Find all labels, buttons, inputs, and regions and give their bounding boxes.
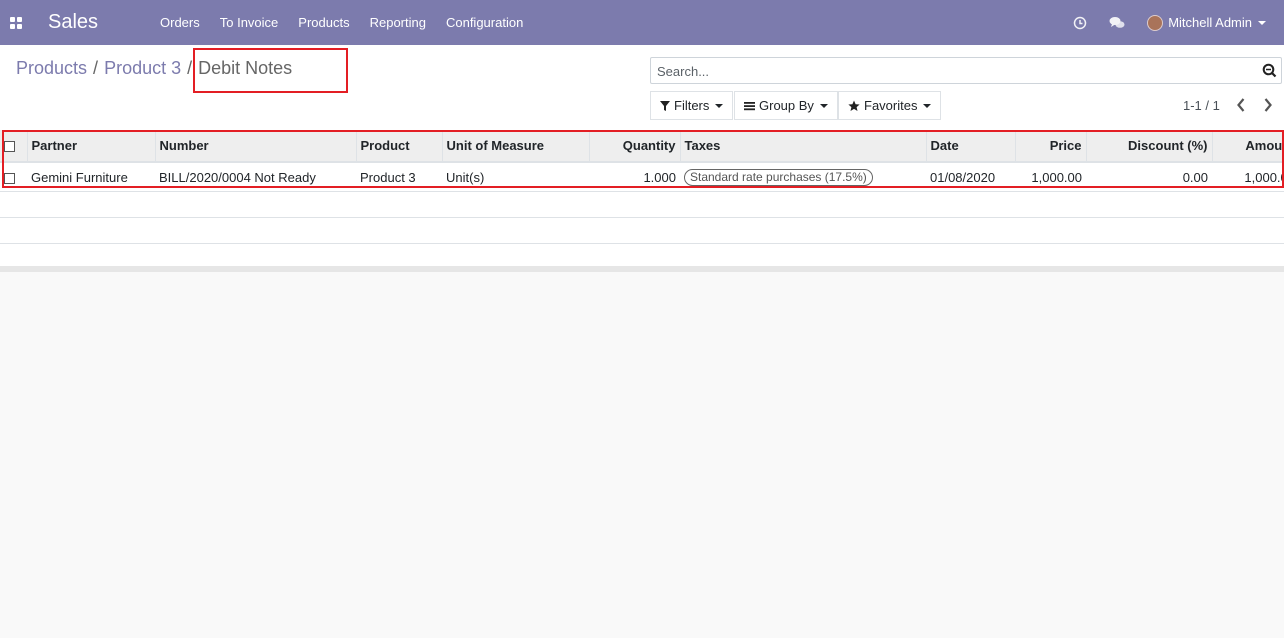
search-icon[interactable] <box>1262 63 1277 81</box>
caret-down-icon <box>1258 20 1266 25</box>
cell-price[interactable]: 1,000.00 <box>1015 162 1086 192</box>
bars-icon <box>744 101 755 110</box>
column-header-taxes[interactable]: Taxes <box>680 130 927 163</box>
breadcrumb-separator: / <box>187 58 193 78</box>
empty-row <box>0 191 1284 218</box>
messaging-chat-icon[interactable] <box>1109 16 1125 30</box>
column-header-partner[interactable]: Partner <box>27 130 156 163</box>
column-header-quantity[interactable]: Quantity <box>589 130 681 163</box>
search-input[interactable] <box>655 58 1254 85</box>
breadcrumb-separator: / <box>93 58 99 78</box>
menu-item-configuration[interactable]: Configuration <box>436 15 533 30</box>
main-menu: Orders To Invoice Products Reporting Con… <box>150 0 533 45</box>
search-box <box>650 57 1282 85</box>
filters-label: Filters <box>674 98 710 113</box>
select-all-cell <box>0 130 28 163</box>
systray: Mitchell Admin <box>1073 0 1284 45</box>
column-header-uom[interactable]: Unit of Measure <box>442 130 590 163</box>
highlight-box-title <box>193 48 348 93</box>
chevron-right-icon[interactable] <box>1263 97 1273 116</box>
empty-row <box>0 217 1284 244</box>
favorites-button[interactable]: Favorites <box>838 91 942 120</box>
column-header-number[interactable]: Number <box>155 130 357 163</box>
list-bottom-border <box>0 266 1284 272</box>
group-by-label: Group By <box>759 98 814 113</box>
user-menu[interactable]: Mitchell Admin <box>1147 14 1266 31</box>
table-row[interactable]: Gemini Furniture BILL/2020/0004 Not Read… <box>0 162 1284 192</box>
app-title[interactable]: Sales <box>48 0 98 45</box>
cell-discount[interactable]: 0.00 <box>1086 162 1212 192</box>
breadcrumb-item-products[interactable]: Products <box>16 58 87 79</box>
select-all-checkbox[interactable] <box>4 141 15 153</box>
column-header-date[interactable]: Date <box>926 130 1016 163</box>
group-by-button[interactable]: Group By <box>734 91 838 120</box>
caret-down-icon <box>819 103 828 108</box>
apps-menu-icon[interactable] <box>10 0 24 45</box>
cell-quantity[interactable]: 1.000 <box>589 162 680 192</box>
cell-uom[interactable]: Unit(s) <box>442 162 589 192</box>
star-icon <box>848 100 860 111</box>
cell-partner[interactable]: Gemini Furniture <box>27 162 155 192</box>
cell-amount[interactable]: 1,000.00 <box>1212 162 1284 192</box>
cell-taxes[interactable]: Standard rate purchases (17.5%) <box>680 162 926 192</box>
tax-tag: Standard rate purchases (17.5%) <box>684 168 873 186</box>
row-select-cell <box>0 162 27 192</box>
chevron-left-icon[interactable] <box>1236 97 1246 116</box>
row-checkbox[interactable] <box>4 172 15 184</box>
avatar <box>1147 14 1164 31</box>
menu-item-orders[interactable]: Orders <box>150 15 210 30</box>
caret-down-icon <box>923 103 932 108</box>
user-name: Mitchell Admin <box>1168 15 1252 30</box>
column-header-product[interactable]: Product <box>356 130 443 163</box>
pager-value[interactable]: 1-1 / 1 <box>1183 91 1220 120</box>
breadcrumb-item-product[interactable]: Product 3 <box>104 58 181 79</box>
list-view: Partner Number Product Unit of Measure Q… <box>0 130 1284 272</box>
menu-item-to-invoice[interactable]: To Invoice <box>210 15 289 30</box>
cell-number[interactable]: BILL/2020/0004 Not Ready <box>155 162 356 192</box>
cell-product[interactable]: Product 3 <box>356 162 442 192</box>
filter-icon <box>660 100 670 111</box>
column-header-price[interactable]: Price <box>1015 130 1087 163</box>
top-navbar: Sales Orders To Invoice Products Reporti… <box>0 0 1284 45</box>
filters-button[interactable]: Filters <box>650 91 734 120</box>
caret-down-icon <box>715 103 724 108</box>
menu-item-reporting[interactable]: Reporting <box>360 15 436 30</box>
column-header-amount[interactable]: Amount <box>1212 130 1284 163</box>
favorites-label: Favorites <box>864 98 918 113</box>
activity-clock-icon[interactable] <box>1073 16 1087 30</box>
menu-item-products[interactable]: Products <box>288 15 359 30</box>
column-header-discount[interactable]: Discount (%) <box>1086 130 1213 163</box>
cell-date[interactable]: 01/08/2020 <box>926 162 1015 192</box>
debit-notes-table: Partner Number Product Unit of Measure Q… <box>0 130 1284 270</box>
